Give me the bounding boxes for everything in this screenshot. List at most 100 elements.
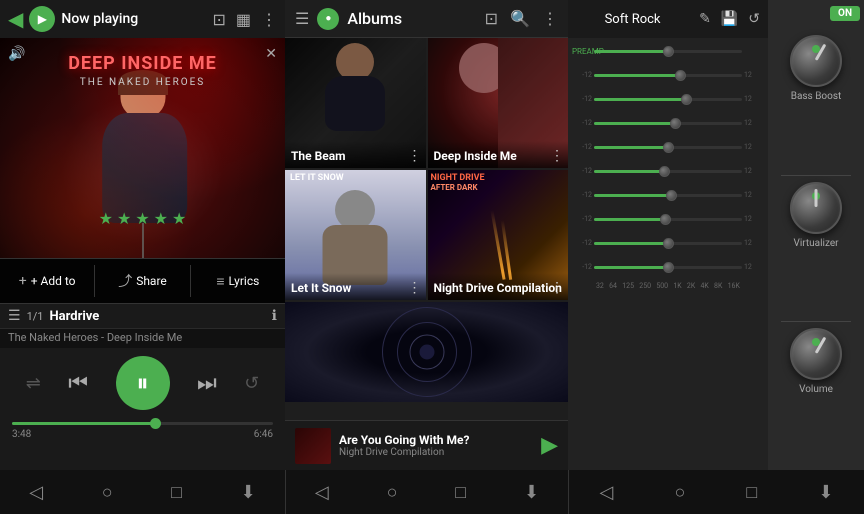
mini-play-button[interactable]: ▶ bbox=[541, 433, 558, 458]
track-name: Hardrive bbox=[49, 309, 271, 324]
albums-nav-down[interactable]: ⬇ bbox=[524, 482, 539, 503]
eq-main: PREAMP -12 12 -12 bbox=[568, 38, 768, 470]
bass-boost-section: Bass Boost bbox=[790, 31, 842, 173]
eq-nav-home[interactable]: ○ bbox=[674, 482, 685, 503]
play-pause-button[interactable]: ⏸ bbox=[116, 356, 170, 410]
previous-button[interactable]: ⏮ bbox=[68, 371, 88, 396]
eq-slider-1[interactable] bbox=[594, 74, 742, 77]
preamp-slider[interactable] bbox=[594, 50, 742, 53]
virtualizer-knob[interactable] bbox=[790, 182, 842, 234]
albums-nav-square[interactable]: □ bbox=[455, 482, 466, 503]
albums-nav-back[interactable]: ◁ bbox=[315, 482, 329, 503]
eq-edit-icon[interactable]: ✎ bbox=[699, 11, 711, 27]
eq-slider-2[interactable] bbox=[594, 98, 742, 101]
album-card-the-beam[interactable]: The Beam ⋮ bbox=[285, 38, 426, 168]
eq-save-icon[interactable]: 💾 bbox=[721, 11, 738, 27]
freq-labels: 32 64 125 250 500 1K 2K 4K 8K 16K bbox=[572, 282, 764, 290]
freq-8k: 8K bbox=[714, 282, 722, 290]
star-4[interactable]: ★ bbox=[154, 209, 168, 228]
album-title: DEEP INSIDE ME bbox=[0, 53, 285, 74]
eq-nav-back[interactable]: ◁ bbox=[600, 482, 614, 503]
eq-band-2: -12 12 bbox=[572, 88, 764, 110]
album-label-the-beam: The Beam bbox=[285, 141, 426, 168]
albums-header: ☰ ● Albums ⊡ 🔍 ⋮ bbox=[285, 0, 568, 38]
header-icons: ⊡ ▦ ⋮ bbox=[212, 10, 277, 29]
app-logo: ● bbox=[317, 8, 339, 30]
eq-band-5: -12 12 bbox=[572, 160, 764, 182]
eq-slider-4[interactable] bbox=[594, 146, 742, 149]
album-menu-the-beam[interactable]: ⋮ bbox=[408, 148, 422, 164]
album-card-deep[interactable]: Deep Inside Me ⋮ bbox=[428, 38, 569, 168]
now-playing-label: Now playing bbox=[61, 11, 206, 27]
eq-reset-icon[interactable]: ↺ bbox=[748, 11, 760, 27]
star-5[interactable]: ★ bbox=[172, 209, 186, 228]
repeat-button[interactable]: ↺ bbox=[244, 373, 259, 394]
preamp-label: PREAMP bbox=[572, 47, 592, 56]
virtualizer-label: Virtualizer bbox=[793, 238, 838, 249]
cast-icon[interactable]: ⊡ bbox=[212, 10, 225, 29]
track-number: 1/1 bbox=[27, 310, 44, 323]
add-to-button[interactable]: + + Add to bbox=[0, 265, 95, 297]
eq-nav: ◁ ○ □ ⬇ bbox=[568, 470, 864, 514]
eq-slider-5[interactable] bbox=[594, 170, 742, 173]
eq-nav-down[interactable]: ⬇ bbox=[818, 482, 833, 503]
next-button[interactable]: ⏭ bbox=[197, 371, 217, 396]
on-badge[interactable]: ON bbox=[830, 6, 860, 21]
track-info-icon[interactable]: ℹ bbox=[272, 308, 277, 324]
eq-slider-6[interactable] bbox=[594, 194, 742, 197]
add-icon: + bbox=[19, 273, 27, 289]
albums-nav-home[interactable]: ○ bbox=[387, 482, 398, 503]
share-icon: ⤴ bbox=[118, 271, 132, 291]
star-2[interactable]: ★ bbox=[117, 209, 131, 228]
albums-panel: ☰ ● Albums ⊡ 🔍 ⋮ The Beam bbox=[285, 0, 568, 470]
player-nav-down[interactable]: ⬇ bbox=[241, 482, 256, 503]
eq-band-7: -12 12 bbox=[572, 208, 764, 230]
more-icon-2[interactable]: ⋮ bbox=[542, 9, 558, 28]
queue-icon[interactable]: ☰ bbox=[8, 308, 21, 324]
albums-header-icons: ⊡ 🔍 ⋮ bbox=[485, 9, 558, 28]
back-button[interactable]: ◀ bbox=[8, 7, 23, 31]
album-name-the-beam: The Beam bbox=[291, 149, 346, 163]
search-icon[interactable]: 🔍 bbox=[510, 9, 530, 28]
seek-bar-area[interactable]: 3:48 6:46 bbox=[12, 414, 273, 444]
mini-album-thumb bbox=[295, 428, 331, 464]
album-menu-deep[interactable]: ⋮ bbox=[550, 148, 564, 164]
volume-label: Volume bbox=[799, 384, 833, 395]
star-1[interactable]: ★ bbox=[99, 209, 113, 228]
album-card-spiral[interactable] bbox=[285, 302, 568, 420]
eq-slider-7[interactable] bbox=[594, 218, 742, 221]
bass-boost-knob[interactable] bbox=[790, 35, 842, 87]
navigation-bar: ◁ ○ □ ⬇ ◁ ○ □ ⬇ ◁ ○ □ ⬇ bbox=[0, 470, 864, 514]
player-nav-home[interactable]: ○ bbox=[102, 482, 113, 503]
star-rating[interactable]: ★ ★ ★ ★ ★ bbox=[99, 209, 187, 228]
equalizer-icon[interactable]: ▦ bbox=[236, 10, 251, 29]
lyrics-button[interactable]: ≡ Lyrics bbox=[191, 265, 285, 297]
eq-slider-3[interactable] bbox=[594, 122, 742, 125]
preamp-row: PREAMP bbox=[572, 40, 764, 62]
player-nav-square[interactable]: □ bbox=[171, 482, 182, 503]
seek-bar[interactable] bbox=[12, 422, 273, 425]
lyrics-icon: ≡ bbox=[216, 273, 224, 290]
more-icon[interactable]: ⋮ bbox=[261, 10, 277, 29]
action-bar: + + Add to ⤴ Share ≡ Lyrics bbox=[0, 258, 285, 304]
player-nav-back[interactable]: ◁ bbox=[29, 482, 43, 503]
header-play-button[interactable]: ▶ bbox=[29, 6, 55, 32]
star-3[interactable]: ★ bbox=[135, 209, 149, 228]
album-label-night: Night Drive Compilation bbox=[428, 273, 569, 300]
album-menu-night[interactable]: ⋮ bbox=[550, 280, 564, 296]
knob-divider-2 bbox=[781, 321, 851, 322]
track-artist: The Naked Heroes - Deep Inside Me bbox=[0, 329, 285, 348]
shuffle-button[interactable]: ⇌ bbox=[26, 373, 41, 394]
album-menu-snow[interactable]: ⋮ bbox=[408, 280, 422, 296]
share-button[interactable]: ⤴ Share bbox=[95, 265, 190, 297]
seek-fill bbox=[12, 422, 156, 425]
volume-knob[interactable] bbox=[790, 328, 842, 380]
eq-nav-square[interactable]: □ bbox=[746, 482, 757, 503]
cast-icon-2[interactable]: ⊡ bbox=[485, 9, 498, 28]
album-card-snow[interactable]: LET IT SNOW Let It Snow ⋮ bbox=[285, 170, 426, 300]
eq-slider-8[interactable] bbox=[594, 242, 742, 245]
album-card-night[interactable]: NIGHT DRIVE AFTER DARK Night Drive Compi… bbox=[428, 170, 569, 300]
hamburger-menu[interactable]: ☰ bbox=[295, 9, 309, 28]
eq-slider-9[interactable] bbox=[594, 266, 742, 269]
album-art: 🔊 ✕ DEEP INSIDE ME THE NAKED HEROES ★ ★ … bbox=[0, 38, 285, 258]
